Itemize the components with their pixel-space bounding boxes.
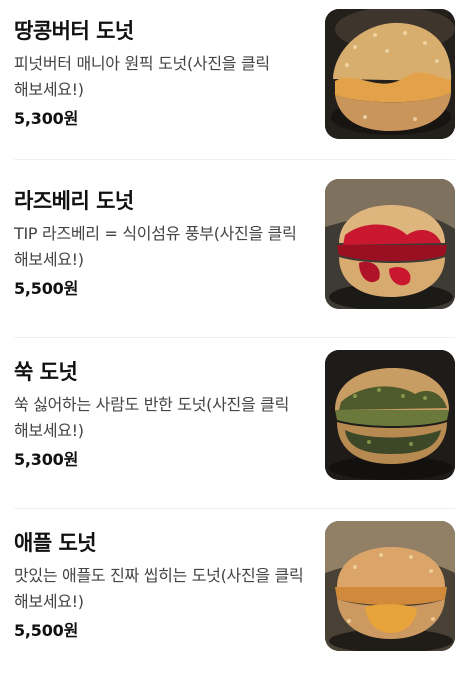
menu-list: 땅콩버터 도넛 피넛버터 매니아 원픽 도넛(사진을 클릭 해보세요!) 5,3…: [0, 0, 462, 662]
menu-item-mugwort-donut[interactable]: 쑥 도넛 쑥 싫어하는 사람도 반한 도넛(사진을 클릭 해보세요!) 5,30…: [0, 341, 462, 511]
divider: [14, 337, 455, 338]
item-name: 쑥 도넛: [14, 360, 78, 384]
item-price: 5,500원: [14, 279, 79, 298]
item-description: 쑥 싫어하는 사람도 반한 도넛(사진을 클릭 해보세요!): [14, 395, 290, 440]
item-price: 5,300원: [14, 109, 79, 128]
menu-item-raspberry-donut[interactable]: 라즈베리 도넛 TIP 라즈베리 = 식이섬유 풍부(사진을 클릭 해보세요!)…: [0, 170, 462, 340]
peanut-butter-donut-photo[interactable]: [325, 9, 455, 139]
item-description: 맛있는 애플도 진짜 씹히는 도넛(사진을 클릭 해보세요!): [14, 566, 304, 611]
item-description: 피넛버터 매니아 원픽 도넛(사진을 클릭 해보세요!): [14, 54, 270, 99]
item-price: 5,300원: [14, 450, 79, 469]
item-name: 애플 도넛: [14, 531, 97, 555]
apple-donut-photo[interactable]: [325, 521, 455, 651]
item-name: 라즈베리 도넛: [14, 189, 134, 213]
item-price: 5,500원: [14, 621, 79, 640]
raspberry-donut-photo[interactable]: [325, 179, 455, 309]
divider: [14, 159, 455, 160]
item-description: TIP 라즈베리 = 식이섬유 풍부(사진을 클릭 해보세요!): [14, 224, 297, 269]
menu-item-peanut-butter-donut[interactable]: 땅콩버터 도넛 피넛버터 매니아 원픽 도넛(사진을 클릭 해보세요!) 5,3…: [0, 0, 462, 170]
divider: [14, 508, 455, 509]
mugwort-donut-photo[interactable]: [325, 350, 455, 480]
menu-item-apple-donut[interactable]: 애플 도넛 맛있는 애플도 진짜 씹히는 도넛(사진을 클릭 해보세요!) 5,…: [0, 512, 462, 682]
item-name: 땅콩버터 도넛: [14, 19, 134, 43]
